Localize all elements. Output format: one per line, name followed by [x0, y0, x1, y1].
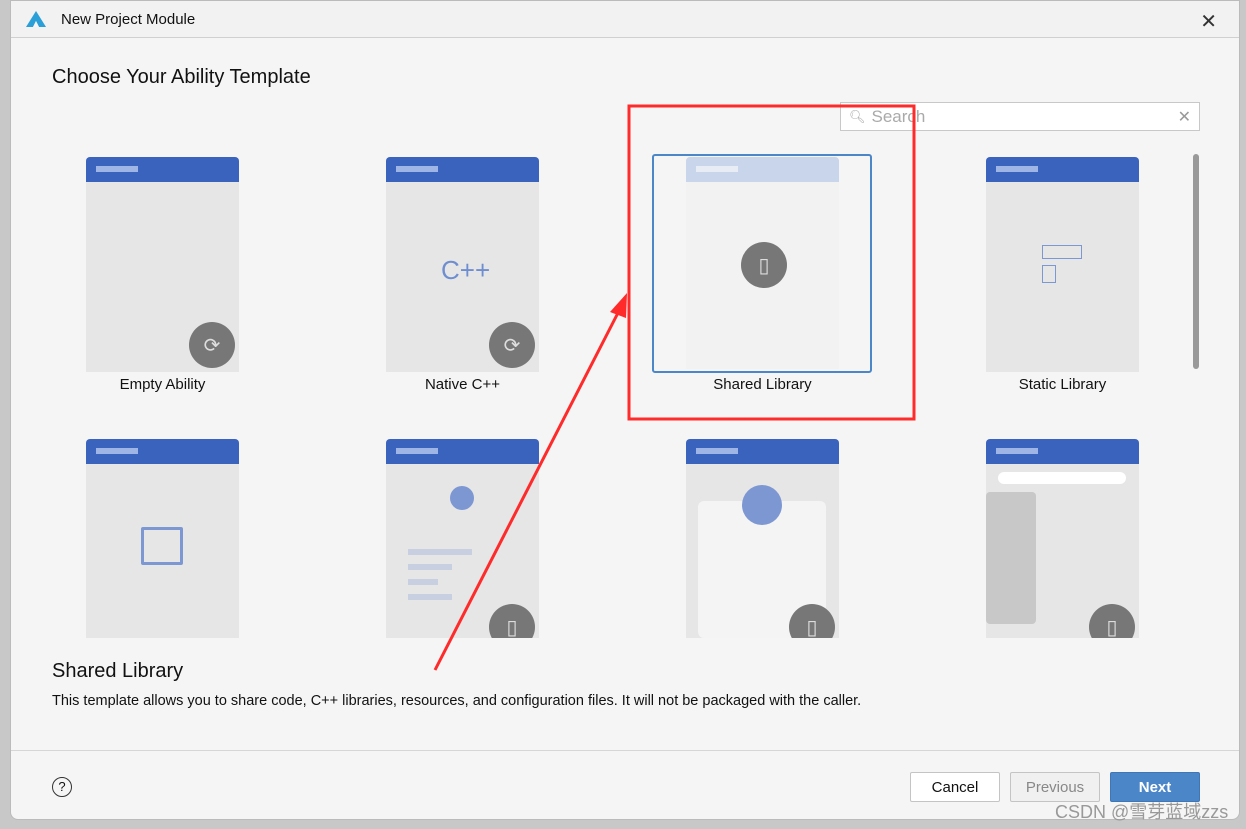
- window-title: New Project Module: [61, 10, 196, 28]
- template-static-library[interactable]: [986, 157, 1139, 372]
- help-icon[interactable]: ?: [52, 777, 72, 797]
- list-line: [408, 564, 452, 570]
- template-card[interactable]: [86, 439, 239, 638]
- template-label: Shared Library: [713, 376, 812, 393]
- search-icon: 🔍︎: [849, 108, 866, 124]
- template-label: Empty Ability: [119, 376, 206, 393]
- template-card[interactable]: ▯: [386, 439, 539, 638]
- new-project-module-dialog: New Project Module ✕ Choose Your Ability…: [10, 0, 1240, 820]
- template-card[interactable]: ▯: [986, 439, 1139, 638]
- ability-icon: ⟳: [489, 322, 535, 368]
- close-icon[interactable]: ✕: [1200, 9, 1217, 34]
- cancel-button[interactable]: Cancel: [910, 772, 1000, 802]
- layout-icon-part: [1042, 265, 1056, 283]
- scrollbar[interactable]: [1193, 154, 1199, 369]
- avatar: [742, 485, 782, 525]
- search-bar: [998, 472, 1126, 484]
- app-logo-icon: [26, 11, 46, 27]
- form-icon: [141, 527, 183, 565]
- divider: [11, 750, 1239, 751]
- side-panel: [986, 492, 1036, 624]
- template-card[interactable]: ▯: [686, 439, 839, 638]
- template-empty-ability[interactable]: ⟳: [86, 157, 239, 372]
- title-bar: New Project Module: [11, 1, 1239, 38]
- phone-icon: ▯: [1089, 604, 1135, 638]
- page-title: Choose Your Ability Template: [52, 66, 311, 88]
- phone-icon: ▯: [489, 604, 535, 638]
- avatar: [450, 486, 474, 510]
- template-native-cpp[interactable]: C++ ⟳: [386, 157, 539, 372]
- description-text: This template allows you to share code, …: [52, 693, 862, 709]
- cpp-icon: C++: [441, 255, 491, 285]
- template-label: Native C++: [424, 376, 501, 393]
- description-title: Shared Library: [52, 660, 184, 682]
- template-shared-library[interactable]: ▯: [686, 157, 839, 369]
- list-line: [408, 549, 472, 555]
- search-placeholder: Search: [871, 106, 926, 126]
- phone-icon: ▯: [789, 604, 835, 638]
- template-label: Static Library: [1018, 376, 1107, 393]
- search-input[interactable]: 🔍︎ Search ✕: [840, 102, 1200, 131]
- list-line: [408, 594, 452, 600]
- watermark: CSDN @雪芽蓝域zzs: [1055, 802, 1229, 822]
- ability-icon: ⟳: [189, 322, 235, 368]
- list-line: [408, 579, 438, 585]
- shared-phone-icon: ▯: [741, 242, 787, 288]
- clear-icon[interactable]: ✕: [1178, 107, 1191, 127]
- layout-icon: [1042, 245, 1082, 259]
